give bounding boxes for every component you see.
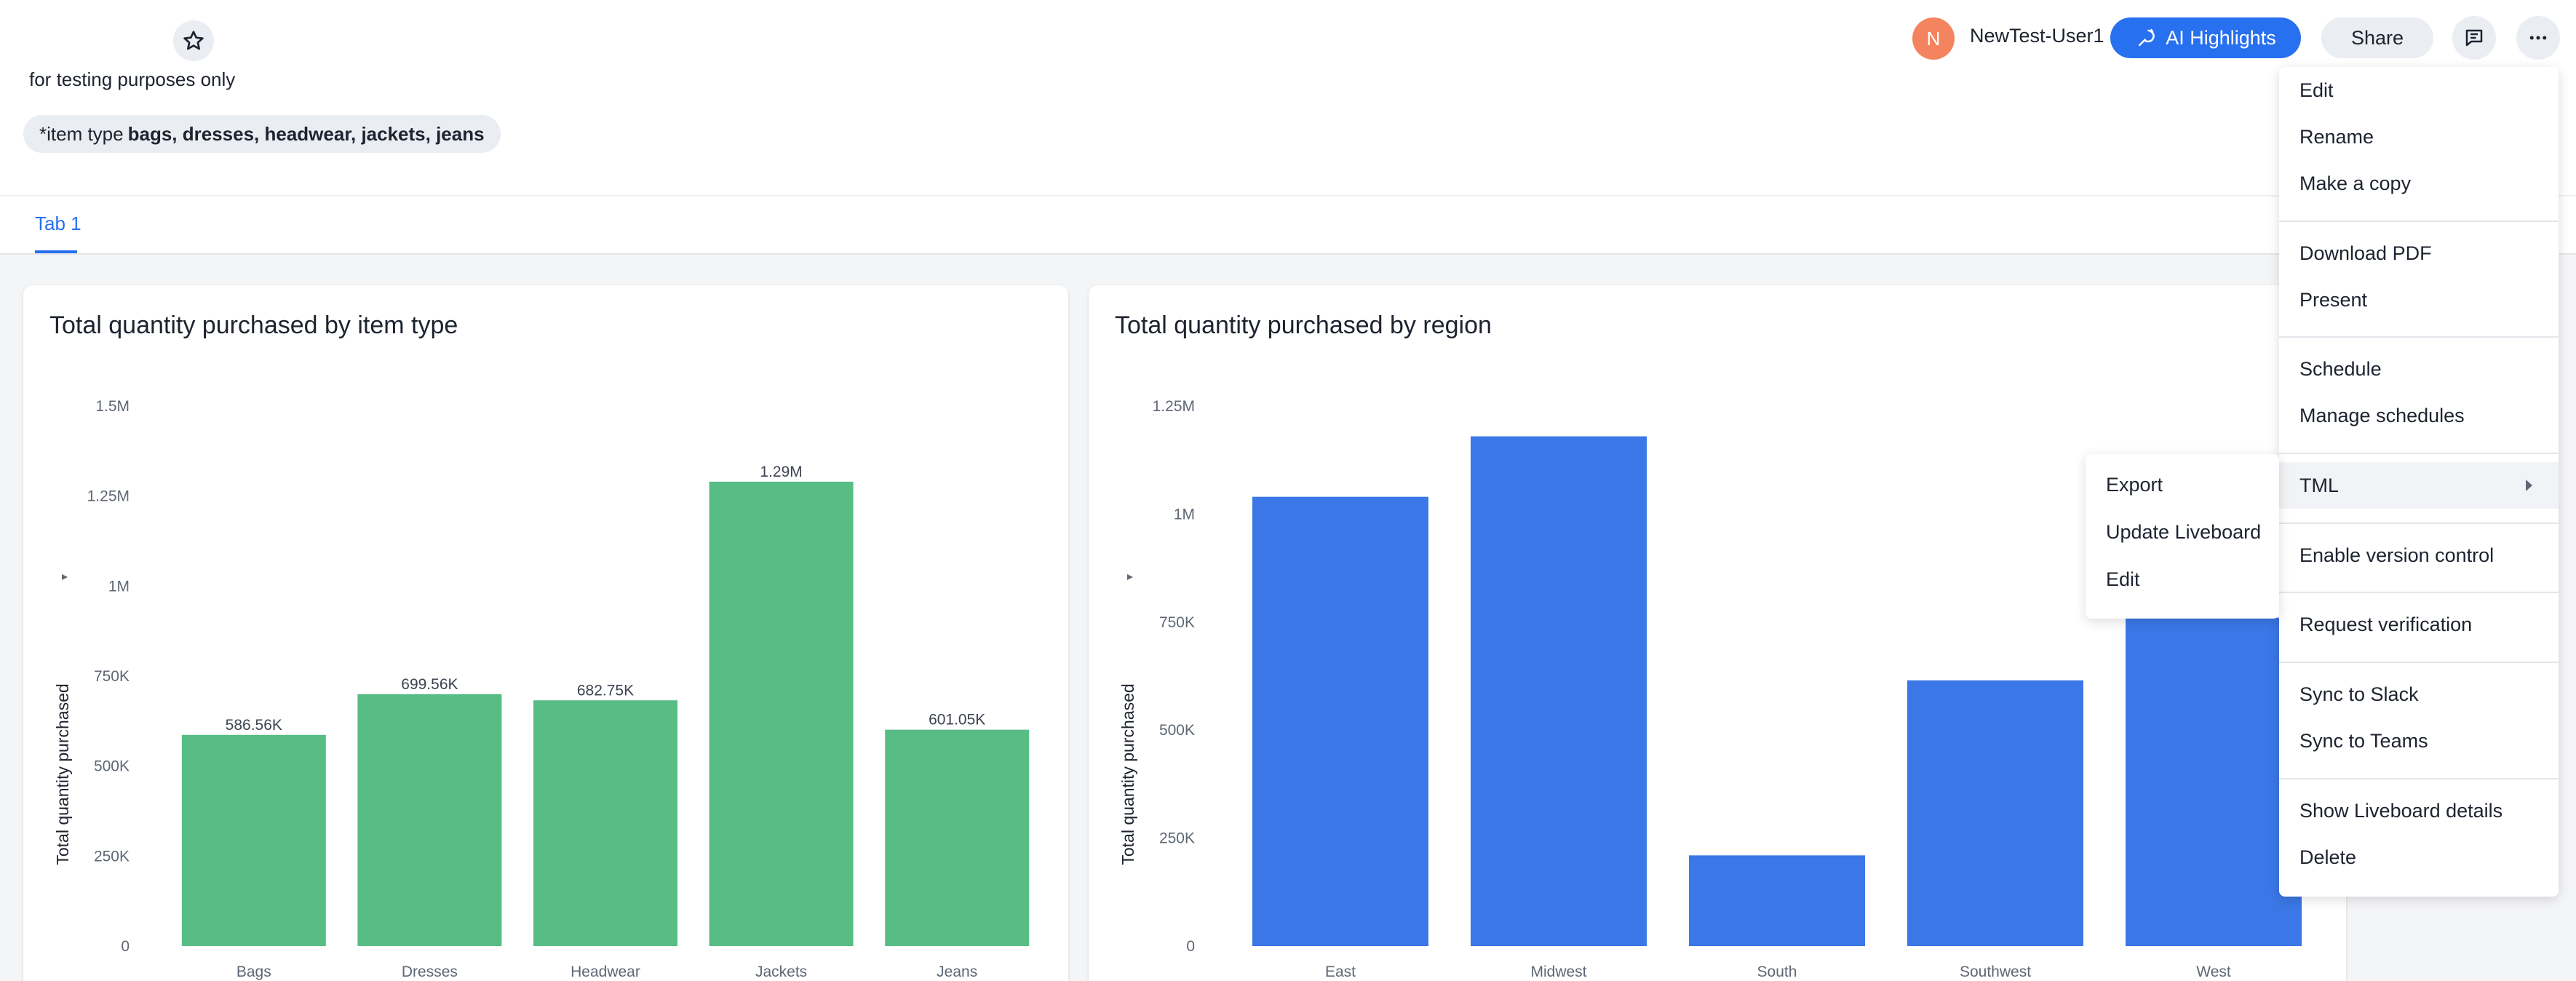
bar [2126, 617, 2302, 946]
menu-item-sync-teams[interactable]: Sync to Teams [2279, 718, 2559, 764]
more-options-button[interactable] [2516, 16, 2560, 60]
y-tick-label: 1M [108, 578, 130, 595]
bar [885, 729, 1030, 946]
active-tab-indicator [35, 250, 77, 253]
menu-item-download-pdf[interactable]: Download PDF [2279, 230, 2559, 277]
chart-card-region[interactable]: Total quantity purchased by region Total… [1089, 285, 2346, 981]
y-tick-label: 750K [94, 668, 130, 685]
liveboard-header: for testing purposes only *item type bag… [0, 0, 2576, 255]
data-label: 682.75K [577, 682, 634, 699]
star-icon [183, 31, 204, 50]
bar [1689, 855, 1865, 946]
menu-divider [2279, 778, 2559, 779]
liveboard-description: for testing purposes only [29, 68, 236, 90]
bar [1907, 680, 2083, 946]
data-label: 586.56K [226, 717, 282, 734]
y-axis-sort-icon[interactable] [1127, 574, 1133, 580]
submenu-caret-icon [2526, 480, 2532, 491]
x-tick-label: Dresses [402, 964, 458, 980]
menu-item-liveboard-details[interactable]: Show Liveboard details [2279, 787, 2559, 834]
comments-button[interactable] [2452, 16, 2496, 60]
y-tick-label: 1.25M [1153, 398, 1195, 415]
y-tick-label: 0 [121, 938, 130, 955]
data-label: 1.29M [760, 464, 802, 480]
more-icon [2529, 36, 2547, 40]
bar [1471, 436, 1647, 946]
x-tick-label: West [2196, 964, 2231, 980]
menu-item-tml-label: TML [2299, 474, 2339, 496]
y-tick-label: 0 [1186, 938, 1195, 955]
x-tick-label: Midwest [1530, 964, 1586, 980]
y-axis-label: Total quantity purchased [53, 683, 72, 865]
chart-card-item-type[interactable]: Total quantity purchased by item type To… [23, 285, 1068, 981]
filter-label: *item type [39, 122, 124, 145]
menu-divider [2279, 592, 2559, 593]
filter-chip[interactable]: *item type bags, dresses, headwear, jack… [23, 115, 501, 153]
bar [533, 700, 677, 946]
x-tick-label: East [1325, 964, 1356, 980]
y-tick-label: 250K [94, 848, 130, 865]
submenu-item-export[interactable]: Export [2086, 461, 2279, 508]
menu-item-sync-slack[interactable]: Sync to Slack [2279, 671, 2559, 718]
user-name: NewTest-User1 [1970, 25, 2104, 47]
ai-highlights-button[interactable]: AI Highlights [2110, 17, 2301, 58]
menu-item-manage-schedules[interactable]: Manage schedules [2279, 392, 2559, 439]
menu-divider [2279, 221, 2559, 222]
y-axis-label: Total quantity purchased [1118, 683, 1137, 865]
y-tick-label: 1.5M [95, 398, 130, 415]
y-tick-label: 500K [1159, 722, 1195, 739]
data-label: 699.56K [401, 676, 458, 693]
y-tick-label: 1.25M [87, 488, 130, 505]
y-tick-label: 250K [1159, 830, 1195, 847]
bar [1252, 496, 1428, 946]
x-tick-label: Jackets [755, 964, 807, 980]
menu-divider [2279, 662, 2559, 663]
menu-divider [2279, 336, 2559, 338]
x-tick-label: Jeans [937, 964, 977, 980]
comment-icon [2465, 29, 2483, 47]
x-tick-label: Bags [236, 964, 271, 980]
tab-1[interactable]: Tab 1 [35, 213, 82, 235]
more-options-menu: Edit Rename Make a copy Download PDF Pre… [2279, 67, 2559, 897]
tab-bar: Tab 1 [0, 195, 2576, 255]
menu-divider [2279, 453, 2559, 454]
menu-item-rename[interactable]: Rename [2279, 114, 2559, 160]
y-tick-label: 750K [1159, 614, 1195, 631]
bar [709, 481, 854, 946]
avatar[interactable]: N [1912, 17, 1955, 60]
ai-highlights-icon [2139, 28, 2155, 47]
menu-item-present[interactable]: Present [2279, 277, 2559, 323]
menu-item-schedule[interactable]: Schedule [2279, 346, 2559, 392]
y-axis-sort-icon[interactable] [62, 574, 68, 580]
menu-divider [2279, 523, 2559, 524]
bar-chart: Total quantity purchased 0 250K 500K 750K 1M… [53, 398, 1030, 980]
bar [181, 734, 326, 946]
y-tick-label: 1M [1174, 506, 1195, 523]
menu-item-make-copy[interactable]: Make a copy [2279, 160, 2559, 207]
favorite-button[interactable] [173, 20, 214, 61]
menu-item-delete[interactable]: Delete [2279, 834, 2559, 881]
tml-submenu: Export Update Liveboard Edit [2086, 454, 2279, 619]
ai-highlights-label: AI Highlights [2166, 26, 2276, 49]
y-tick-label: 500K [94, 758, 130, 775]
menu-item-edit[interactable]: Edit [2279, 67, 2559, 114]
menu-item-version-control[interactable]: Enable version control [2279, 532, 2559, 579]
x-tick-label: Southwest [1960, 964, 2031, 980]
submenu-item-edit[interactable]: Edit [2086, 556, 2279, 603]
bar [357, 694, 502, 946]
data-label: 601.05K [929, 712, 985, 728]
x-tick-label: South [1757, 964, 1797, 980]
bar-chart: Total quantity purchased 0 250K 500K 750K 1M… [1118, 398, 2302, 980]
x-tick-label: Headwear [571, 964, 640, 980]
menu-item-request-verification[interactable]: Request verification [2279, 601, 2559, 648]
filter-value: bags, dresses, headwear, jackets, jeans [127, 122, 485, 145]
share-button[interactable]: Share [2321, 17, 2433, 58]
menu-item-tml[interactable]: TML [2279, 462, 2559, 509]
submenu-item-update-liveboard[interactable]: Update Liveboard [2086, 509, 2279, 555]
